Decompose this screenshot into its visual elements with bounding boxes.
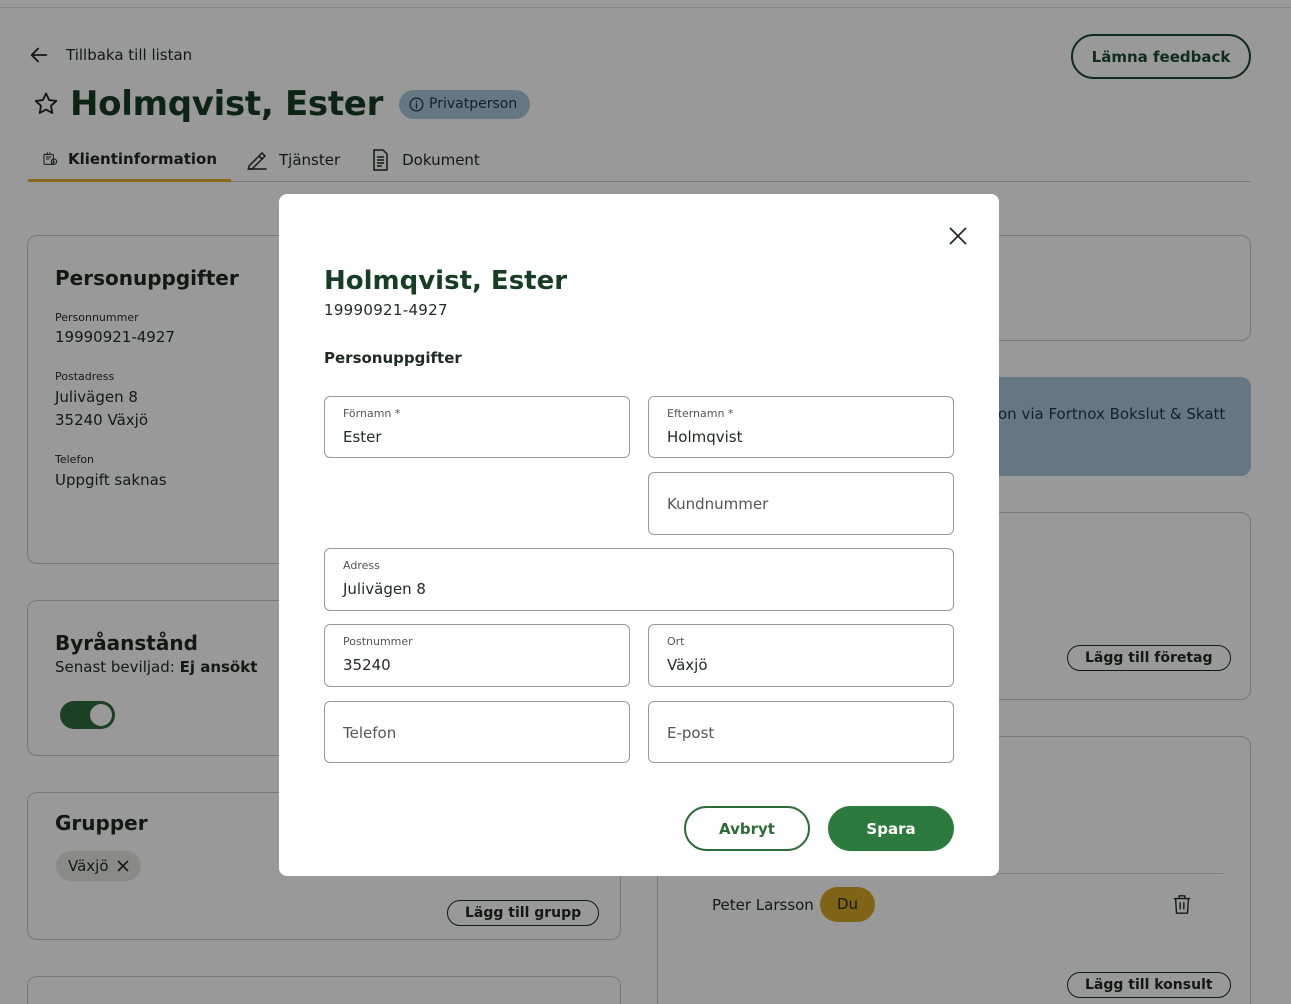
last-name-field[interactable]: Efternamn * Holmqvist bbox=[648, 396, 954, 458]
field-value: Holmqvist bbox=[667, 428, 743, 446]
dialog-title: Holmqvist, Ester bbox=[324, 266, 568, 296]
cancel-button[interactable]: Avbryt bbox=[684, 806, 810, 851]
customer-number-field[interactable]: Kundnummer bbox=[648, 472, 954, 535]
field-value: Ester bbox=[343, 428, 382, 446]
field-label: Ort bbox=[667, 635, 685, 648]
city-field[interactable]: Ort Växjö bbox=[648, 624, 954, 687]
address-field[interactable]: Adress Julivägen 8 bbox=[324, 548, 954, 611]
first-name-field[interactable]: Förnamn * Ester bbox=[324, 396, 630, 458]
field-label: Adress bbox=[343, 559, 380, 572]
field-placeholder: Telefon bbox=[343, 724, 397, 742]
field-placeholder: E-post bbox=[667, 724, 715, 742]
field-placeholder: Kundnummer bbox=[667, 495, 769, 513]
field-label: Förnamn * bbox=[343, 407, 401, 420]
field-label: Efternamn * bbox=[667, 407, 734, 420]
email-field[interactable]: E-post bbox=[648, 701, 954, 763]
field-value: 35240 bbox=[343, 656, 391, 674]
dialog-pnr: 19990921-4927 bbox=[324, 301, 448, 319]
field-value: Julivägen 8 bbox=[343, 580, 426, 598]
dialog-section-title: Personuppgifter bbox=[324, 349, 462, 367]
field-label: Postnummer bbox=[343, 635, 413, 648]
close-icon[interactable] bbox=[945, 223, 971, 249]
phone-field[interactable]: Telefon bbox=[324, 701, 630, 763]
field-value: Växjö bbox=[667, 656, 708, 674]
postal-code-field[interactable]: Postnummer 35240 bbox=[324, 624, 630, 687]
edit-personal-info-dialog: Holmqvist, Ester 19990921-4927 Personupp… bbox=[279, 194, 999, 876]
save-button[interactable]: Spara bbox=[828, 806, 954, 851]
